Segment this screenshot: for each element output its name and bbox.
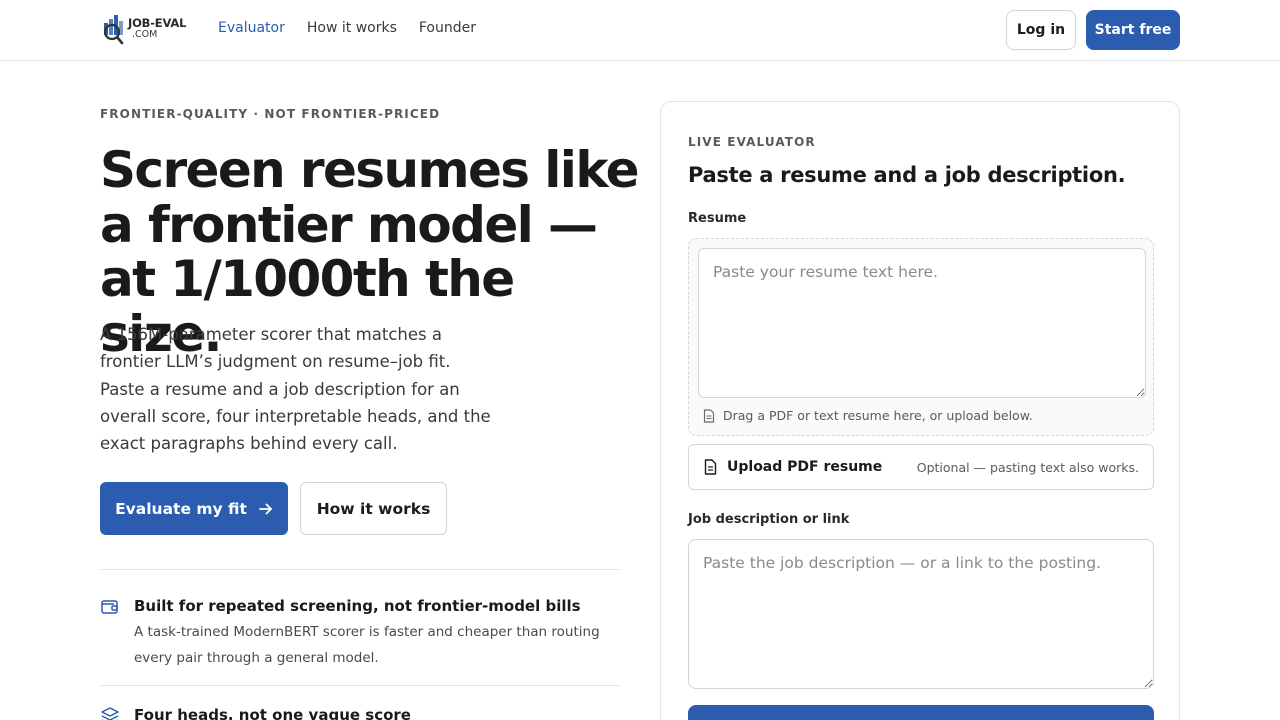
nav-how-it-works[interactable]: How it works <box>307 20 397 36</box>
card-eyebrow: LIVE EVALUATOR <box>688 135 816 149</box>
feature-body: A task-trained ModernBERT scorer is fast… <box>134 624 600 666</box>
drop-hint-text: Drag a PDF or text resume here, or uploa… <box>723 408 1033 423</box>
how-it-works-button[interactable]: How it works <box>300 482 447 535</box>
feature-title: Built for repeated screening, not fronti… <box>134 597 581 615</box>
logo[interactable]: JOB-EVAL .COM <box>100 12 196 46</box>
logo-main: JOB-EVAL <box>128 16 187 30</box>
submit-button[interactable] <box>688 705 1154 720</box>
hero-eyebrow: FRONTIER-QUALITY · NOT FRONTIER-PRICED <box>100 107 441 121</box>
logo-sub: .COM <box>132 29 158 40</box>
card-title: Paste a resume and a job description. <box>688 163 1126 187</box>
upload-label: Upload PDF resume <box>727 459 883 475</box>
site-header: JOB-EVAL .COM Evaluator How it works Fou… <box>0 0 1280 61</box>
resume-input[interactable] <box>698 248 1146 398</box>
feature-item: Four heads, not one vague score <box>100 706 620 720</box>
upload-pdf-button[interactable]: Upload PDF resume Optional — pasting tex… <box>688 444 1154 490</box>
layers-icon <box>101 707 119 720</box>
main-nav: Evaluator How it works Founder <box>218 20 476 36</box>
arrow-right-icon <box>259 503 272 514</box>
wallet-icon <box>101 600 118 614</box>
resume-label: Resume <box>688 211 747 226</box>
evaluate-button[interactable]: Evaluate my fit <box>100 482 288 535</box>
document-icon <box>704 459 717 475</box>
start-free-button[interactable]: Start free <box>1086 10 1180 50</box>
evaluator-card: LIVE EVALUATOR Paste a resume and a job … <box>660 101 1180 720</box>
drop-hint: Drag a PDF or text resume here, or uploa… <box>703 408 1033 423</box>
login-button[interactable]: Log in <box>1006 10 1076 50</box>
evaluate-button-label: Evaluate my fit <box>115 499 247 518</box>
feature-item: Built for repeated screening, not fronti… <box>100 597 620 677</box>
divider <box>100 685 620 686</box>
divider <box>100 569 620 570</box>
hero-description: A 156M-parameter scorer that matches a f… <box>100 325 491 454</box>
job-label: Job description or link <box>688 512 850 527</box>
resume-dropzone[interactable]: Drag a PDF or text resume here, or uploa… <box>688 238 1154 436</box>
job-description-input[interactable] <box>688 539 1154 689</box>
nav-founder[interactable]: Founder <box>419 20 476 36</box>
document-icon <box>703 408 715 423</box>
upload-note: Optional — pasting text also works. <box>916 460 1139 475</box>
feature-title: Four heads, not one vague score <box>134 706 411 720</box>
logo-text: JOB-EVAL .COM <box>128 16 187 40</box>
logo-icon <box>103 15 124 45</box>
nav-evaluator[interactable]: Evaluator <box>218 20 285 36</box>
